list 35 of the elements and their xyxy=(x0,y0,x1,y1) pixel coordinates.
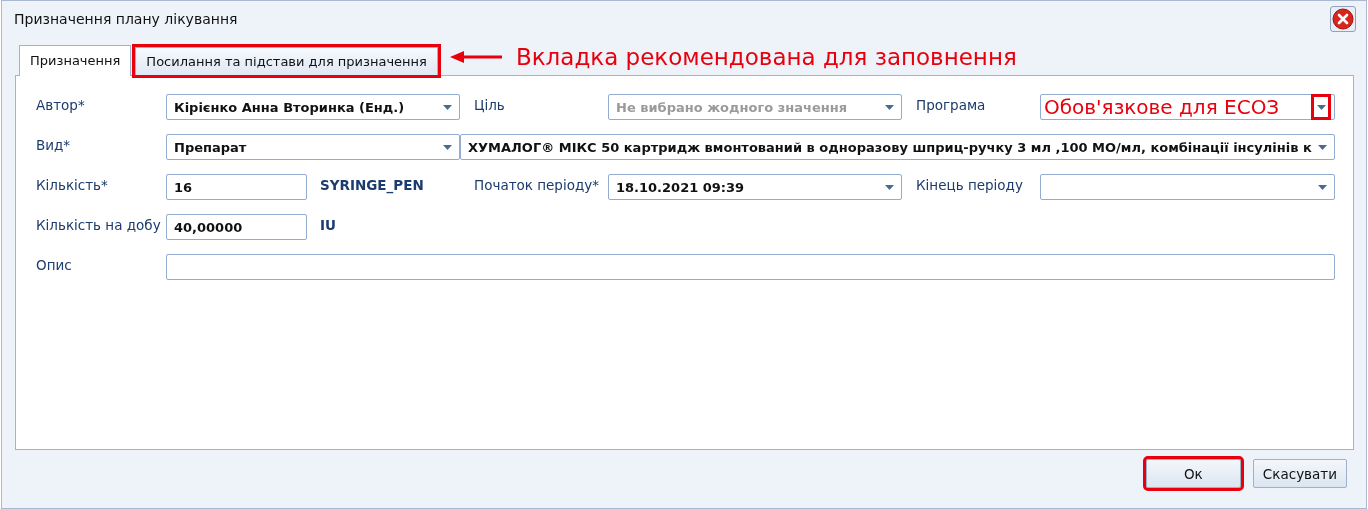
annotation-arrow-icon xyxy=(449,49,502,64)
field-value: ХУМАЛОГ® МІКС 50 картридж вмонтований в одноразову шприц-ручку 3 мл ,100 МО/мл, комбінації інсулінів к xyxy=(468,139,1313,155)
window-title: Призначення плану лікування xyxy=(14,11,238,27)
unit-label: SYRINGE_PEN xyxy=(320,176,424,193)
annotation-text: Обов'язкове для ЕСОЗ xyxy=(1044,95,1281,119)
annotation-text: Вкладка рекомендована для заповнення xyxy=(515,43,1017,70)
field-label: Кількість на добу xyxy=(36,216,162,233)
input-field[interactable]: 16 xyxy=(166,174,307,200)
cancel-button[interactable]: Скасувати xyxy=(1252,459,1347,488)
dropdown-field[interactable]: ХУМАЛОГ® МІКС 50 картридж вмонтований в одноразову шприц-ручку 3 мл ,100 МО/мл, комбінації інсулінів к xyxy=(460,134,1335,160)
field-label: Опис xyxy=(36,256,73,273)
field-label: Програма xyxy=(915,96,987,113)
dropdown-field[interactable] xyxy=(1040,174,1335,200)
field-label: Вид* xyxy=(36,136,72,153)
tab[interactable]: Призначення xyxy=(19,45,132,76)
ok-button[interactable]: Ок xyxy=(1145,459,1241,488)
dropdown-field[interactable]: Обов'язкове для ЕСОЗ xyxy=(1040,94,1335,120)
unit-label: IU xyxy=(320,216,336,233)
input-field[interactable]: 40,00000 xyxy=(166,214,307,240)
dropdown-field[interactable]: 18.10.2021 09:39 xyxy=(608,174,902,200)
field-value: 18.10.2021 09:39 xyxy=(616,179,746,195)
dropdown-field[interactable]: Препарат xyxy=(166,134,460,160)
tab[interactable]: Посилання та підстави для призначення xyxy=(135,47,438,75)
close-icon xyxy=(1332,8,1354,30)
field-label: Автор* xyxy=(36,96,86,113)
field-value: Препарат xyxy=(174,139,248,155)
dropdown-field[interactable]: Кірієнко Анна Вторинка (Енд.) xyxy=(166,94,460,120)
close-button[interactable] xyxy=(1330,6,1356,32)
input-field[interactable] xyxy=(166,254,1335,280)
field-label: Ціль xyxy=(473,96,506,113)
field-label: Кінець періоду xyxy=(915,176,1024,193)
field-label: Початок періоду* xyxy=(473,176,600,193)
field-label: Кількість* xyxy=(36,176,109,193)
field-placeholder: Не вибрано жодного значення xyxy=(616,99,849,115)
field-value: Кірієнко Анна Вторинка (Енд.) xyxy=(174,99,406,115)
